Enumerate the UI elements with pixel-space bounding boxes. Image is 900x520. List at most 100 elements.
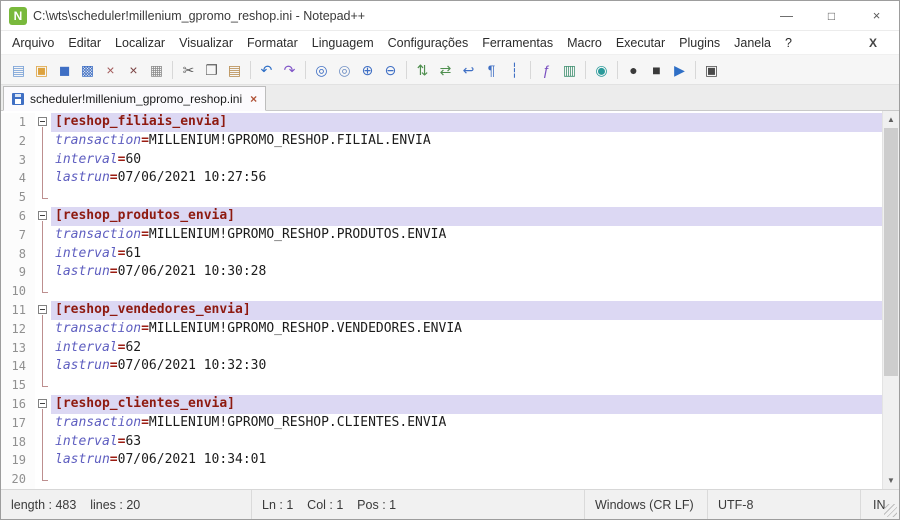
line-number[interactable]: 11 [1,300,35,320]
replace-icon[interactable]: ◎ [333,59,356,81]
line-number[interactable]: 17 [1,413,35,433]
editor-line[interactable]: 19 lastrun=07/06/2021 10:34:01 [1,451,882,471]
close-document-button[interactable]: X [863,34,883,52]
menu-arquivo[interactable]: Arquivo [5,33,61,53]
fold-collapse-icon[interactable] [38,399,47,409]
save-icon[interactable]: ◼ [53,59,76,81]
line-number[interactable]: 6 [1,206,35,226]
line-number[interactable]: 13 [1,338,35,358]
line-number[interactable]: 2 [1,131,35,151]
scroll-up-arrow-icon[interactable]: ▲ [883,111,899,128]
editor-line[interactable]: 14 lastrun=07/06/2021 10:32:30 [1,357,882,377]
menu-plugins[interactable]: Plugins [672,33,727,53]
tab-close-icon[interactable]: × [250,92,257,106]
editor-line[interactable]: 17 transaction=MILLENIUM!GPROMO_RESHOP.CL… [1,413,882,433]
tab-scheduler-ini[interactable]: scheduler!millenium_gpromo_reshop.ini × [3,86,267,111]
editor-line[interactable]: 5 [1,188,882,207]
menu-localizar[interactable]: Localizar [108,33,172,53]
maximize-button[interactable]: □ [809,1,854,30]
menu-executar[interactable]: Executar [609,33,672,53]
line-number[interactable]: 3 [1,150,35,170]
status-encoding[interactable]: UTF-8 [707,490,860,519]
editor-line[interactable]: 13 interval=62 [1,338,882,358]
new-file-icon[interactable]: ▤ [7,59,30,81]
menu-macro[interactable]: Macro [560,33,609,53]
paste-icon[interactable]: ▤ [223,59,246,81]
line-number[interactable]: 9 [1,263,35,283]
vertical-scrollbar[interactable]: ▲ ▼ [882,111,899,489]
line-number[interactable]: 7 [1,225,35,245]
line-number[interactable]: 19 [1,451,35,471]
code-rows[interactable]: 1 [reshop_filiais_envia] 2 transaction=MILL… [1,111,882,489]
editor-line[interactable]: 20 [1,470,882,489]
save-all-icon[interactable]: ▩ [76,59,99,81]
line-number[interactable]: 10 [1,282,35,301]
line-number[interactable]: 16 [1,394,35,414]
editor-line[interactable]: 8 interval=61 [1,244,882,264]
menu-janela[interactable]: Janela [727,33,778,53]
find-icon[interactable]: ◎ [310,59,333,81]
fold-collapse-icon[interactable] [38,211,47,221]
open-folder-icon[interactable]: ▣ [30,59,53,81]
record-macro-icon[interactable]: ● [622,59,645,81]
line-number[interactable]: 1 [1,113,35,132]
editor-line[interactable]: 2 transaction=MILLENIUM!GPROMO_RESHOP.FIL… [1,131,882,151]
minimize-button[interactable]: — [764,1,809,30]
menu-linguagem[interactable]: Linguagem [305,33,381,53]
view-in-browser-icon[interactable]: ◉ [590,59,613,81]
editor-line[interactable]: 4 lastrun=07/06/2021 10:27:56 [1,169,882,189]
editor-line[interactable]: 3 interval=60 [1,150,882,170]
line-number[interactable]: 14 [1,357,35,377]
menu-formatar[interactable]: Formatar [240,33,305,53]
show-all-characters-icon[interactable]: ¶ [480,59,503,81]
line-number[interactable]: 5 [1,188,35,207]
sync-horizontal-icon[interactable]: ⇄ [434,59,457,81]
document-monitor-icon[interactable]: ▣ [700,59,723,81]
stop-recording-icon[interactable]: ■ [645,59,668,81]
close-file-icon[interactable]: × [99,59,122,81]
menu-configuracoes[interactable]: Configurações [381,33,476,53]
editor-line[interactable]: 10 [1,282,882,301]
menu-visualizar[interactable]: Visualizar [172,33,240,53]
sync-vertical-icon[interactable]: ⇅ [411,59,434,81]
editor-line[interactable]: 9 lastrun=07/06/2021 10:30:28 [1,263,882,283]
menu-ferramentas[interactable]: Ferramentas [475,33,560,53]
editor-line[interactable]: 15 [1,376,882,395]
redo-icon[interactable]: ↷ [278,59,301,81]
document-map-icon[interactable]: ▥ [558,59,581,81]
copy-icon[interactable]: ❐ [200,59,223,81]
undo-icon[interactable]: ↶ [255,59,278,81]
scroll-down-arrow-icon[interactable]: ▼ [883,472,899,489]
print-icon[interactable]: ▦ [145,59,168,81]
menu-help[interactable]: ? [778,33,799,53]
menu-editar[interactable]: Editar [61,33,108,53]
word-wrap-icon[interactable]: ↩ [457,59,480,81]
cut-icon[interactable]: ✂ [177,59,200,81]
editor-line[interactable]: 11 [reshop_vendedores_envia] [1,300,882,320]
line-number[interactable]: 4 [1,169,35,189]
scrollbar-track[interactable] [883,128,899,472]
editor-line[interactable]: 1 [reshop_filiais_envia] [1,113,882,132]
line-number[interactable]: 15 [1,376,35,395]
zoom-in-icon[interactable]: ⊕ [356,59,379,81]
editor-line[interactable]: 12 transaction=MILLENIUM!GPROMO_RESHOP.VE… [1,319,882,339]
editor-line[interactable]: 16 [reshop_clientes_envia] [1,394,882,414]
close-button[interactable]: × [854,1,899,30]
play-macro-icon[interactable]: ▶ [668,59,691,81]
line-number[interactable]: 8 [1,244,35,264]
editor-line[interactable]: 18 interval=63 [1,432,882,452]
status-eol-format[interactable]: Windows (CR LF) [584,490,707,519]
zoom-out-icon[interactable]: ⊖ [379,59,402,81]
close-all-files-icon[interactable]: × [122,59,145,81]
editor-line[interactable]: 7 transaction=MILLENIUM!GPROMO_RESHOP.PRO… [1,225,882,245]
fold-collapse-icon[interactable] [38,117,47,127]
line-number[interactable]: 12 [1,319,35,339]
fold-collapse-icon[interactable] [38,305,47,315]
show-indent-guide-icon[interactable]: ┆ [503,59,526,81]
function-list-icon[interactable]: ƒ [535,59,558,81]
editor-line[interactable]: 6 [reshop_produtos_envia] [1,206,882,226]
scrollbar-thumb[interactable] [884,128,898,376]
line-number[interactable]: 18 [1,432,35,452]
resize-grip[interactable] [884,504,897,517]
line-number[interactable]: 20 [1,470,35,489]
